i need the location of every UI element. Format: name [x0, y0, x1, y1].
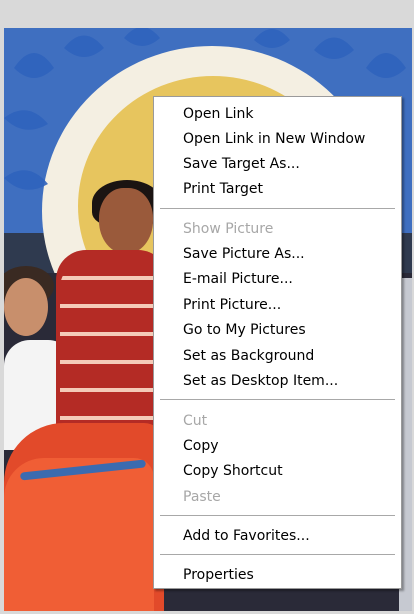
menu-item-paste: Paste [183, 489, 221, 505]
menu-item-save-picture-as[interactable]: Save Picture As... [154, 242, 401, 266]
menu-item-print-picture[interactable]: Print Picture... [154, 293, 401, 317]
menu-item-cut: Cut [183, 413, 208, 429]
photo-girl-dress-stripes [60, 260, 164, 420]
menu-item-go-to-my-pictures[interactable]: Go to My Pictures [154, 318, 401, 342]
menu-item-save-target-as[interactable]: Save Target As... [154, 152, 401, 176]
screenshot: Open Link Open Link in New Window Save T… [0, 0, 414, 614]
menu-item-properties[interactable]: Properties [154, 563, 401, 587]
photo-child-face [4, 278, 48, 336]
menu-item-add-to-favorites[interactable]: Add to Favorites... [154, 524, 401, 548]
menu-item-print-target[interactable]: Print Target [154, 177, 401, 201]
menu-item-set-as-desktop-item[interactable]: Set as Desktop Item... [154, 369, 401, 393]
menu-separator [160, 554, 395, 556]
photo-red-skirt-fold [4, 458, 154, 611]
menu-separator [160, 399, 395, 401]
menu-item-email-picture[interactable]: E-mail Picture... [154, 267, 401, 291]
menu-separator [160, 208, 395, 210]
menu-item-open-link-new-window[interactable]: Open Link in New Window [154, 127, 401, 151]
menu-item-open-link[interactable]: Open Link [154, 102, 401, 126]
menu-item-set-as-background[interactable]: Set as Background [154, 344, 401, 368]
menu-item-show-picture: Show Picture [183, 221, 274, 237]
context-menu: Open Link Open Link in New Window Save T… [153, 96, 402, 589]
menu-separator [160, 515, 395, 517]
menu-item-copy-shortcut[interactable]: Copy Shortcut [154, 459, 401, 483]
photo-girl-face [99, 188, 153, 254]
menu-item-copy[interactable]: Copy [154, 434, 401, 458]
